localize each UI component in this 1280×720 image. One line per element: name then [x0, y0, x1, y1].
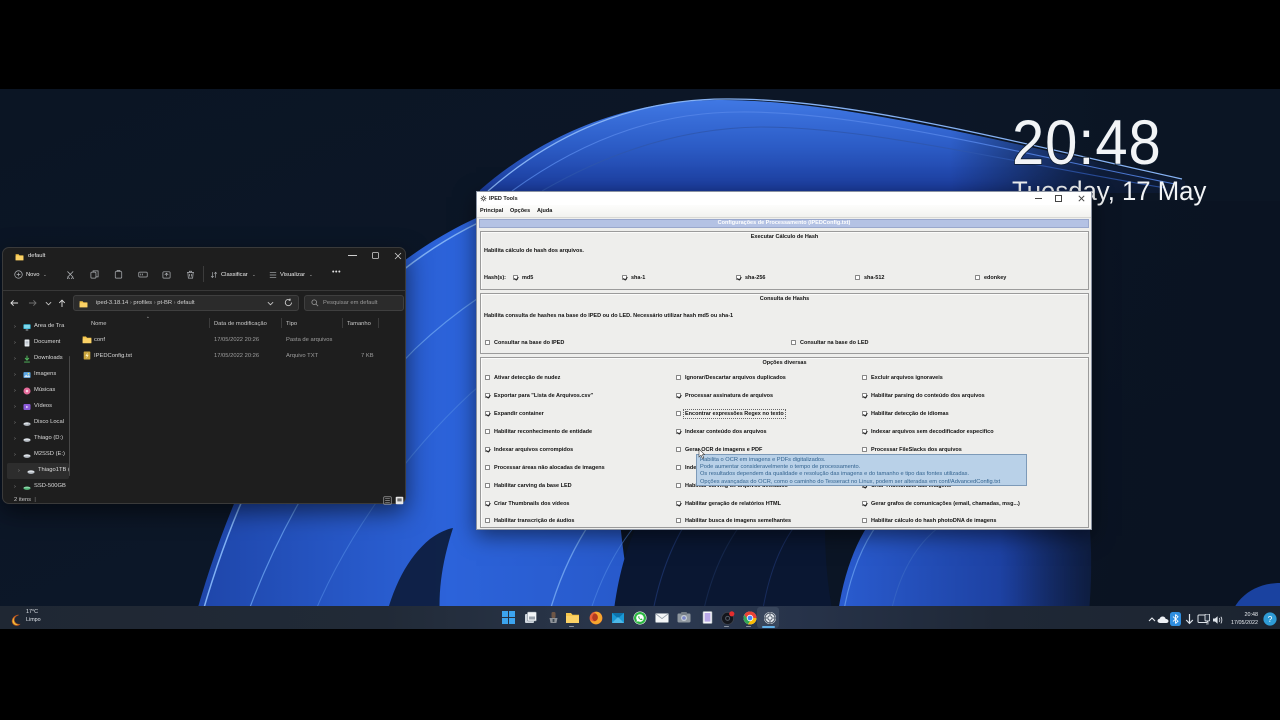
svg-text:?: ? [1267, 614, 1272, 624]
